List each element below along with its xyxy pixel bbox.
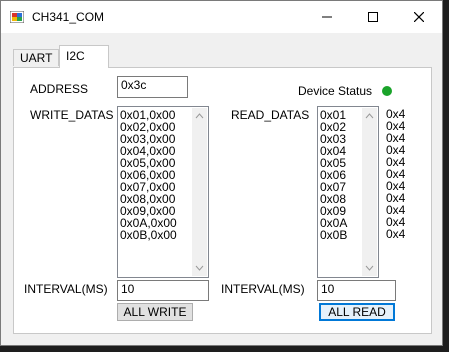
title-bar[interactable]: CH341_COM — [1, 1, 442, 33]
close-icon — [414, 12, 424, 22]
address-input[interactable]: 0x3c — [117, 76, 188, 98]
read-interval-label: INTERVAL(MS) — [221, 282, 305, 296]
all-write-button[interactable]: ALL WRITE — [117, 303, 193, 321]
i2c-panel: ADDRESS 0x3c Device Status WRITE_DATAS 0… — [13, 67, 432, 334]
device-status-label: Device Status — [298, 84, 373, 98]
minimize-button[interactable] — [304, 1, 350, 33]
write-interval-input[interactable]: 10 — [117, 280, 209, 301]
write-datas-label: WRITE_DATAS — [30, 108, 114, 122]
close-button[interactable] — [396, 1, 442, 33]
address-label: ADDRESS — [30, 82, 89, 96]
window-title: CH341_COM — [32, 10, 105, 24]
write-interval-label: INTERVAL(MS) — [24, 282, 108, 296]
app-window: CH341_COM UART I2C ADDRESS 0x3c Device S… — [0, 0, 443, 346]
scroll-up-icon[interactable] — [195, 112, 204, 120]
write-datas-list[interactable]: 0x01,0x00 0x02,0x00 0x03,0x00 0x04,0x00 0x05… — [117, 106, 209, 278]
read-datas-label: READ_DATAS — [231, 108, 310, 122]
scroll-up-icon[interactable] — [365, 112, 374, 120]
device-status-indicator — [382, 86, 392, 96]
read-scrollbar[interactable] — [362, 108, 377, 276]
maximize-button[interactable] — [350, 1, 396, 33]
tab-i2c[interactable]: I2C — [59, 45, 109, 68]
app-icon — [10, 11, 24, 23]
all-read-button[interactable]: ALL READ — [319, 303, 395, 321]
write-scrollbar[interactable] — [192, 108, 207, 276]
maximize-icon — [368, 12, 378, 22]
read-interval-input[interactable]: 10 — [317, 280, 396, 301]
scroll-down-icon[interactable] — [195, 264, 204, 272]
scroll-down-icon[interactable] — [365, 264, 374, 272]
tab-uart[interactable]: UART — [13, 49, 59, 66]
read-values-column: 0x4 0x4 0x4 0x4 0x4 0x4 0x4 0x4 0x4 0x4 0x4 — [386, 108, 405, 240]
read-value: 0x4 — [386, 227, 406, 241]
read-datas-list[interactable]: 0x01 0x02 0x03 0x04 0x05 0x06 0x07 0x08 0x09 0x0A… — [317, 106, 379, 278]
minimize-icon — [322, 16, 332, 18]
